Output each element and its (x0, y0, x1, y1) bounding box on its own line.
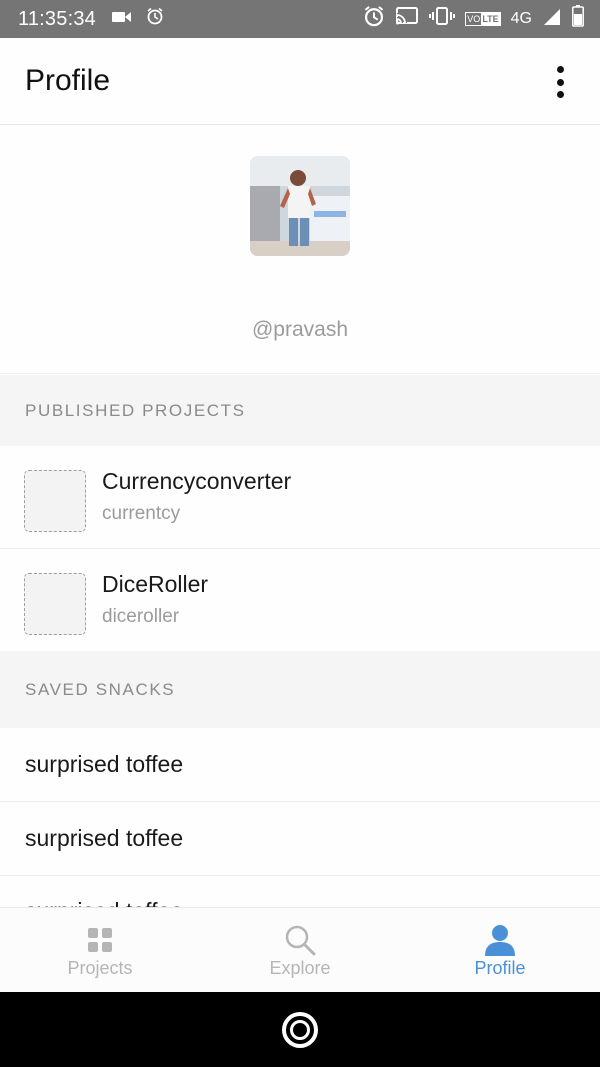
system-nav-bar (0, 992, 600, 1067)
project-slug: currentcy (102, 503, 181, 524)
avatar[interactable] (250, 156, 350, 256)
cast-icon (395, 6, 419, 32)
vibrate-icon (429, 6, 456, 32)
tab-label: Explore (269, 958, 331, 978)
project-name: Currencyconverter (102, 468, 292, 494)
alarm-icon (363, 5, 385, 33)
tab-label: Projects (67, 958, 133, 978)
project-slug: diceroller (102, 606, 180, 627)
tab-label: Profile (474, 958, 526, 978)
grid-icon (87, 924, 113, 956)
bottom-tab-bar: Projects Explore Profile (0, 907, 600, 992)
volte-label: VO (467, 14, 481, 24)
page-title: Profile (25, 64, 111, 97)
username: @pravash (251, 318, 349, 341)
signal-icon (542, 6, 562, 32)
tab-explore[interactable]: Explore (200, 908, 400, 992)
status-time: 11:35:34 (18, 7, 96, 30)
section-header-published-projects: PUBLISHED PROJECTS (0, 375, 600, 446)
network-type: 4G (510, 10, 532, 27)
person-icon (483, 924, 517, 956)
project-thumbnail (24, 573, 86, 635)
more-options-icon[interactable] (554, 66, 566, 98)
tab-projects[interactable]: Projects (0, 908, 200, 992)
status-bar: 11:35:34 VO LTE 4G (0, 0, 600, 38)
tab-profile[interactable]: Profile (400, 908, 600, 992)
search-icon (284, 924, 316, 956)
snack-row[interactable]: surprised toffee (0, 728, 600, 802)
app-bar: Profile (0, 38, 600, 125)
project-name: DiceRoller (102, 571, 209, 597)
volte-badge: VO LTE (465, 12, 501, 26)
home-button[interactable] (282, 1011, 318, 1048)
project-row[interactable]: Currencyconverter currentcy (0, 446, 600, 549)
battery-icon (572, 5, 584, 33)
snack-name: surprised toffee (25, 751, 184, 777)
snack-name: surprised toffee (25, 825, 184, 851)
video-camera-icon (111, 8, 132, 30)
profile-header: @pravash (0, 125, 600, 374)
project-row[interactable]: DiceRoller diceroller (0, 549, 600, 652)
project-thumbnail (24, 470, 86, 532)
alarm-icon (146, 7, 164, 31)
snack-row[interactable]: surprised toffee (0, 802, 600, 876)
lte-label: LTE (481, 13, 500, 25)
section-header-saved-snacks: SAVED SNACKS (0, 651, 600, 728)
